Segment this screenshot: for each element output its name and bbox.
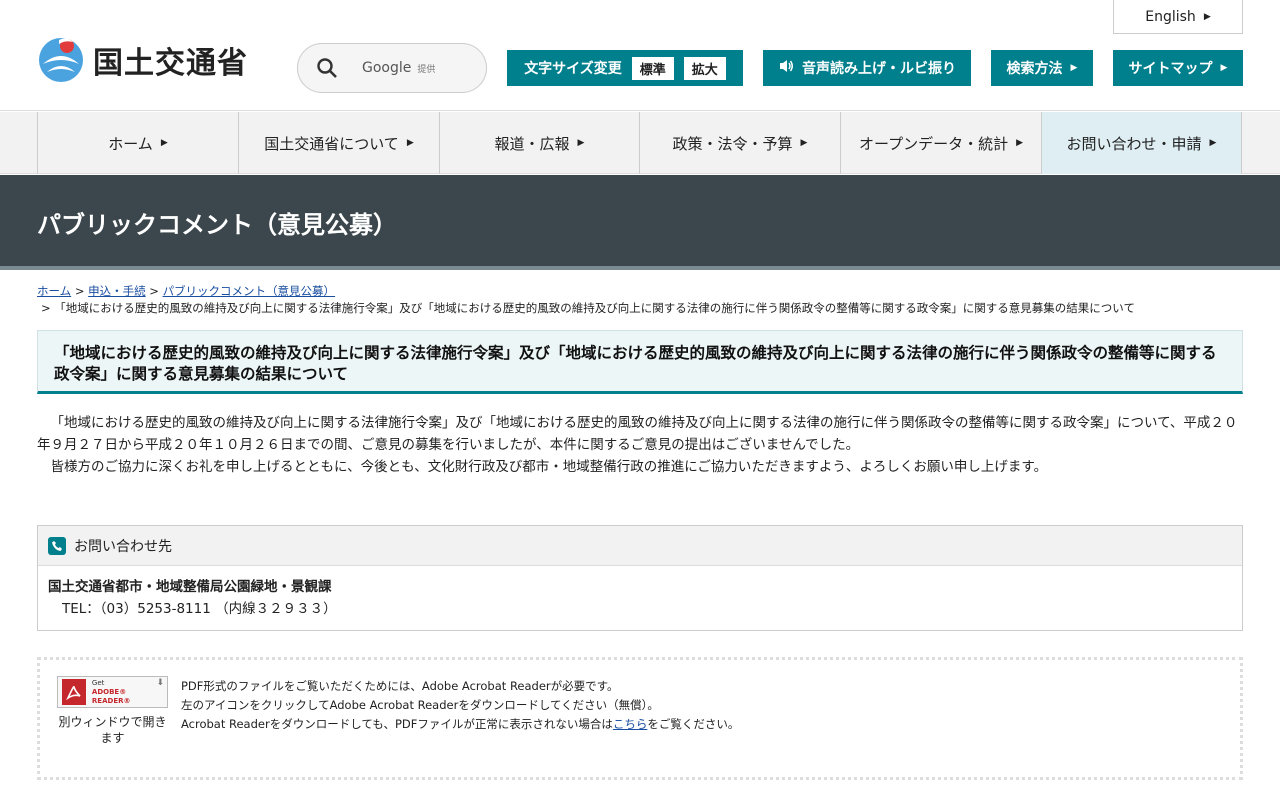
page-title: パブリックコメント（意見公募） <box>37 211 397 239</box>
pdf-notice-text-segment: Acrobat Readerをダウンロードしても、PDFファイルが正常に表示され… <box>181 717 613 731</box>
new-window-caption: 別ウィンドウで開きます <box>58 715 167 745</box>
breadcrumb: ホーム > 申込・手続 > パブリックコメント（意見公募） > 「地域における歴… <box>37 283 1243 317</box>
pdf-reader-notice: Get ADOBE® READER® ⬇ 別ウィンドウで開きます PDF形式のフ… <box>37 657 1243 780</box>
nav-item-label: 政策・法令・予算 <box>672 134 793 153</box>
font-size-control: 文字サイズ変更 標準 拡大 <box>507 50 743 86</box>
search-input[interactable]: Google 提供 <box>297 43 487 93</box>
phone-icon <box>48 536 66 555</box>
global-nav: ホーム ▶ 国土交通省について ▶ 報道・広報 ▶ 政策・法令・予算 ▶ オープンデータ… <box>0 112 1280 174</box>
contact-box: お問い合わせ先 国土交通省都市・地域整備局公園緑地・景観課 TEL：（03）52… <box>37 525 1243 631</box>
contact-organization: 国土交通省都市・地域整備局公園緑地・景観課 <box>48 579 332 595</box>
triangle-right-icon: ▶ <box>800 138 808 148</box>
sitemap-button[interactable]: サイトマップ ▶ <box>1113 50 1243 86</box>
badge-adobe-text: ADOBE® READER® <box>91 687 131 705</box>
breadcrumb-home-link[interactable]: ホーム <box>37 284 71 298</box>
site-logo[interactable]: 国土交通省 <box>37 34 248 86</box>
triangle-right-icon: ▶ <box>1220 63 1228 73</box>
contact-details: 国土交通省都市・地域整備局公園緑地・景観課 TEL：（03）5253-8111 … <box>38 566 1242 630</box>
search-provided-label: 提供 <box>417 64 436 75</box>
nav-item-contact[interactable]: お問い合わせ・申請 ▶ <box>1041 112 1242 174</box>
pdf-notice-text: PDF形式のファイルをご覧いただくためには、Adobe Acrobat Read… <box>181 677 739 734</box>
nav-item-press[interactable]: 報道・広報 ▶ <box>439 112 639 174</box>
nav-item-label: お問い合わせ・申請 <box>1066 134 1202 153</box>
voice-ruby-label: 音声読み上げ・ルビ振り <box>802 61 956 77</box>
font-size-standard-button[interactable]: 標準 <box>631 56 674 80</box>
pdf-notice-line: PDF形式のファイルをご覧いただくためには、Adobe Acrobat Read… <box>181 679 619 693</box>
nav-item-label: オープンデータ・統計 <box>858 134 1009 153</box>
font-size-label: 文字サイズ変更 <box>524 61 622 77</box>
nav-item-label: 報道・広報 <box>494 134 570 153</box>
body-paragraph: 「地域における歴史的風致の維持及び向上に関する法律施行令案」及び「地域における歴… <box>37 415 1238 453</box>
pdf-notice-line: 左のアイコンをクリックしてAdobe Acrobat Readerをダウンロード… <box>181 698 659 712</box>
search-method-label: 検索方法 <box>1006 61 1063 77</box>
pdf-help-link[interactable]: こちら <box>613 717 648 731</box>
triangle-right-icon: ▶ <box>577 138 585 148</box>
nav-item-opendata[interactable]: オープンデータ・統計 ▶ <box>840 112 1041 174</box>
content-body: 「地域における歴史的風致の維持及び向上に関する法律施行令案」及び「地域における歴… <box>37 412 1243 478</box>
breadcrumb-current: 「地域における歴史的風致の維持及び向上に関する法律施行令案」及び「地域における歴… <box>54 301 1135 315</box>
pdf-notice-line: Acrobat Readerをダウンロードしても、PDFファイルが正常に表示され… <box>181 715 739 734</box>
pdf-notice-text-segment: をご覧ください。 <box>647 717 740 731</box>
nav-item-home[interactable]: ホーム ▶ <box>37 112 238 174</box>
site-name: 国土交通省 <box>93 46 248 81</box>
content-heading: 「地域における歴史的風致の維持及び向上に関する法律施行令案」及び「地域における歴… <box>37 330 1243 394</box>
english-link[interactable]: English ▶ <box>1113 0 1243 34</box>
download-arrow-icon: ⬇ <box>156 678 164 688</box>
english-label: English <box>1145 8 1196 25</box>
breadcrumb-separator: > <box>74 284 89 298</box>
breadcrumb-apply-link[interactable]: 申込・手続 <box>88 284 146 298</box>
triangle-right-icon: ▶ <box>1016 138 1024 148</box>
site-header: 国土交通省 English ▶ Google 提供 文字サイズ変更 標準 拡大 音… <box>0 0 1280 111</box>
speaker-icon <box>778 58 794 78</box>
voice-ruby-button[interactable]: 音声読み上げ・ルビ振り <box>763 50 971 86</box>
nav-item-label: ホーム <box>108 134 153 153</box>
search-google-label: Google <box>362 60 412 76</box>
font-size-large-button[interactable]: 拡大 <box>683 56 726 80</box>
sitemap-label: サイトマップ <box>1128 61 1213 77</box>
triangle-right-icon: ▶ <box>406 138 414 148</box>
page-title-band: パブリックコメント（意見公募） <box>0 175 1280 270</box>
breadcrumb-separator: > <box>41 301 55 315</box>
search-method-button[interactable]: 検索方法 ▶ <box>991 50 1093 86</box>
nav-item-about[interactable]: 国土交通省について ▶ <box>238 112 439 174</box>
adobe-pdf-icon <box>62 679 86 705</box>
breadcrumb-separator: > <box>149 284 163 298</box>
contact-telephone: TEL：（03）5253-8111 （内線３２９３３） <box>62 601 337 617</box>
search-icon <box>316 57 338 79</box>
triangle-right-icon: ▶ <box>1203 11 1211 22</box>
adobe-reader-download-button[interactable]: Get ADOBE® READER® ⬇ <box>57 676 168 708</box>
triangle-right-icon: ▶ <box>1070 63 1078 73</box>
mlit-logo-icon <box>37 34 85 86</box>
contact-header: お問い合わせ先 <box>38 526 1242 566</box>
nav-item-label: 国土交通省について <box>264 134 399 153</box>
body-paragraph: 皆様方のご協力に深くお礼を申し上げるとともに、今後とも、文化財行政及び都市・地域… <box>50 459 1048 475</box>
contact-title: お問い合わせ先 <box>74 538 172 555</box>
nav-item-policy[interactable]: 政策・法令・予算 ▶ <box>639 112 840 174</box>
triangle-right-icon: ▶ <box>1209 138 1217 148</box>
triangle-right-icon: ▶ <box>160 138 168 148</box>
breadcrumb-public-comment-link[interactable]: パブリックコメント（意見公募） <box>163 284 336 298</box>
